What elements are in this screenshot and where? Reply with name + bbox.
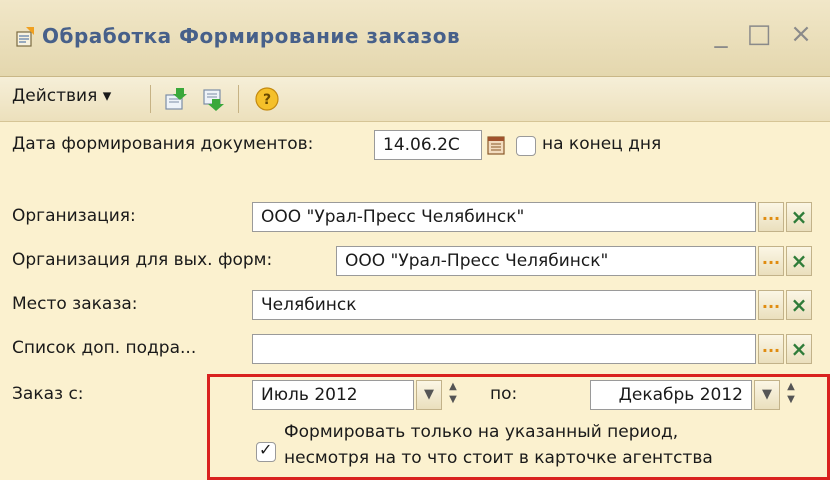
- processing-icon: [16, 27, 34, 47]
- org-out-input[interactable]: ООО "Урал-Пресс Челябинск": [336, 246, 756, 276]
- org-select-button[interactable]: ...: [758, 202, 784, 232]
- end-of-day-checkbox[interactable]: [516, 136, 536, 156]
- place-clear-button[interactable]: ×: [786, 290, 812, 320]
- org-out-label: Организация для вых. форм:: [12, 250, 273, 270]
- subdiv-input[interactable]: [252, 334, 756, 364]
- toolbar-separator: [150, 85, 151, 113]
- place-value: Челябинск: [261, 295, 357, 315]
- org-out-select-button[interactable]: ...: [758, 246, 784, 276]
- calendar-icon[interactable]: [486, 134, 506, 156]
- place-input[interactable]: Челябинск: [252, 290, 756, 320]
- doc-date-field[interactable]: 14.06.2C: [374, 130, 482, 160]
- place-label: Место заказа:: [12, 294, 138, 314]
- place-select-button[interactable]: ...: [758, 290, 784, 320]
- title-bar[interactable]: Обработка Формирование заказов _ □ ×: [0, 0, 830, 77]
- maximize-button[interactable]: □: [746, 20, 772, 48]
- highlight-frame: [207, 374, 830, 480]
- toolbar: Действия ▾ ?: [0, 77, 830, 122]
- subdiv-clear-button[interactable]: ×: [786, 334, 812, 364]
- svg-text:?: ?: [263, 92, 271, 108]
- period-label: Заказ с:: [12, 384, 84, 404]
- load-icon[interactable]: [162, 86, 188, 112]
- org-out-value: ООО "Урал-Пресс Челябинск": [345, 251, 609, 271]
- minimize-button[interactable]: _: [708, 20, 734, 48]
- end-of-day-label: на конец дня: [542, 134, 662, 154]
- save-icon[interactable]: [200, 86, 226, 112]
- org-input[interactable]: ООО "Урал-Пресс Челябинск": [252, 202, 756, 232]
- subdiv-select-button[interactable]: ...: [758, 334, 784, 364]
- help-icon[interactable]: ?: [254, 86, 280, 112]
- window-title: Обработка Формирование заказов: [42, 24, 461, 48]
- toolbar-separator: [238, 85, 239, 113]
- org-out-clear-button[interactable]: ×: [786, 246, 812, 276]
- org-clear-button[interactable]: ×: [786, 202, 812, 232]
- doc-date-label: Дата формирования документов:: [12, 134, 314, 154]
- org-label: Организация:: [12, 206, 136, 226]
- doc-date-value: 14.06.2C: [383, 135, 460, 155]
- org-value: ООО "Урал-Пресс Челябинск": [261, 207, 525, 227]
- subdiv-label: Список доп. подра...: [12, 338, 197, 358]
- processing-window: Обработка Формирование заказов _ □ × Дей…: [0, 0, 830, 480]
- actions-menu-button[interactable]: Действия ▾: [12, 86, 111, 106]
- close-button[interactable]: ×: [788, 20, 814, 48]
